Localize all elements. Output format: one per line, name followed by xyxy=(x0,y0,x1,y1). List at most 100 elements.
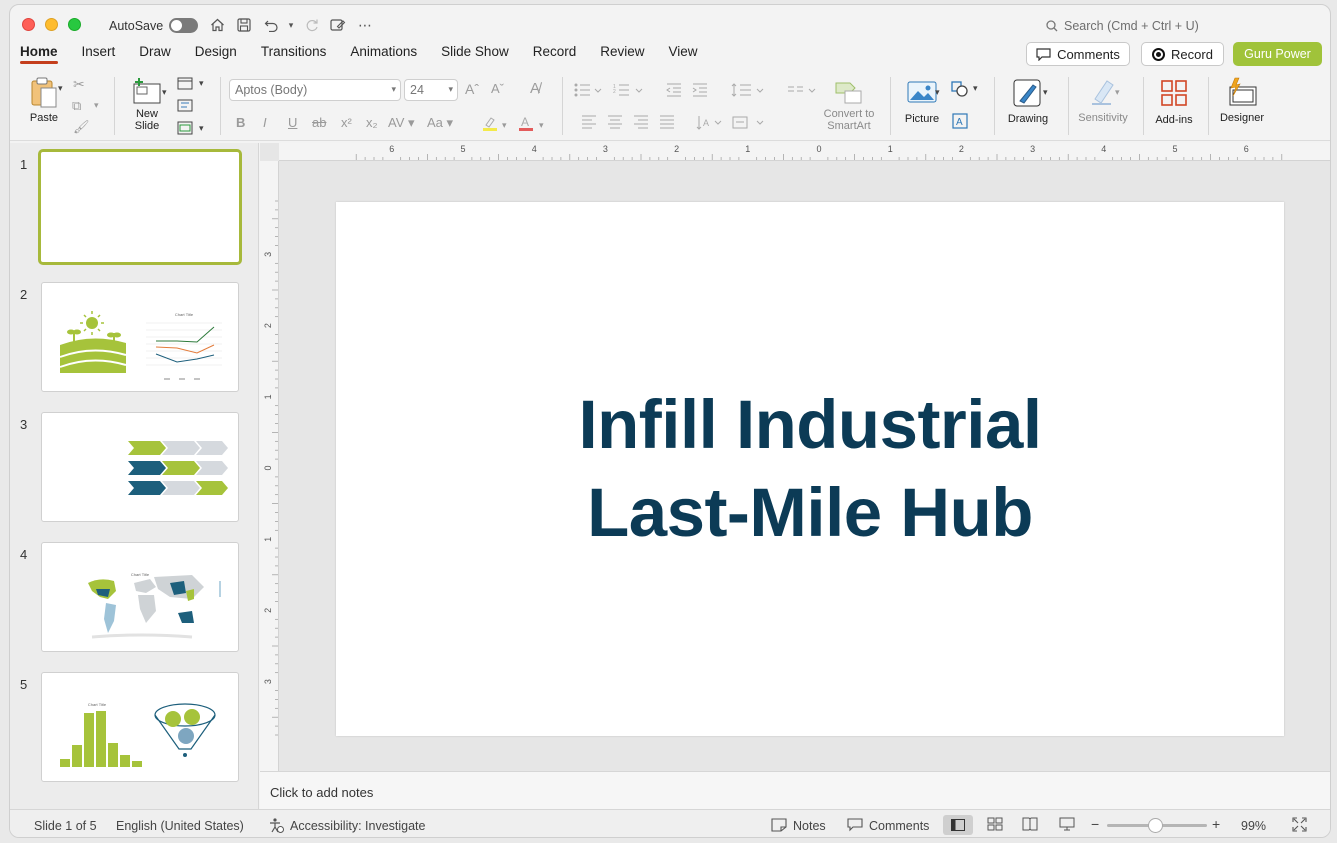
slide-sorter-icon[interactable] xyxy=(987,817,1003,834)
zoom-in-button[interactable]: + xyxy=(1212,816,1220,832)
zoom-out-button[interactable]: − xyxy=(1091,816,1099,832)
text-direction-icon[interactable]: A xyxy=(696,115,724,133)
picture-button[interactable]: Picture xyxy=(898,79,946,125)
accessibility-status[interactable]: Accessibility: Investigate xyxy=(290,819,425,833)
align-center-icon[interactable] xyxy=(607,115,623,132)
copy-dropdown-icon[interactable]: ▾ xyxy=(94,100,99,111)
more-options-icon[interactable]: ⋯ xyxy=(355,15,375,35)
increase-font-size-icon[interactable]: Aˆ xyxy=(465,81,479,97)
highlight-icon[interactable] xyxy=(482,115,498,134)
undo-icon[interactable] xyxy=(261,15,281,35)
undo-dropdown-icon[interactable]: ▾ xyxy=(281,15,301,35)
tab-transitions[interactable]: Transitions xyxy=(261,43,339,67)
shapes-icon[interactable] xyxy=(951,81,969,100)
font-name-dropdown[interactable]: Aptos (Body) ▾ xyxy=(229,79,401,101)
superscript-icon[interactable]: x² xyxy=(341,115,352,130)
tab-insert[interactable]: Insert xyxy=(82,43,128,67)
slide-thumbnail-1[interactable] xyxy=(38,149,242,265)
align-left-icon[interactable] xyxy=(581,115,597,132)
zoom-window-button[interactable] xyxy=(68,18,81,31)
drawing-dropdown-icon[interactable]: ▾ xyxy=(1043,87,1048,98)
numbering-icon[interactable]: 12 xyxy=(613,83,643,100)
notes-icon[interactable] xyxy=(771,818,787,835)
layout-dropdown-icon[interactable]: ▾ xyxy=(199,78,204,89)
reset-icon[interactable] xyxy=(177,99,193,115)
font-color-dropdown-icon[interactable]: ▾ xyxy=(539,120,544,131)
decrease-indent-icon[interactable] xyxy=(666,83,682,100)
underline-icon[interactable]: U xyxy=(288,115,297,130)
slide-title[interactable]: Infill Industrial Last-Mile Hub xyxy=(578,381,1042,557)
designer-button[interactable]: Designer xyxy=(1214,77,1270,124)
align-right-icon[interactable] xyxy=(633,115,649,132)
notes-pane[interactable]: Click to add notes xyxy=(260,771,1330,809)
language-status[interactable]: English (United States) xyxy=(116,819,244,833)
sensitivity-dropdown-icon[interactable]: ▾ xyxy=(1115,87,1120,98)
subscript-icon[interactable]: x₂ xyxy=(366,115,378,130)
tab-view[interactable]: View xyxy=(669,43,710,67)
tab-draw[interactable]: Draw xyxy=(139,43,183,67)
highlight-dropdown-icon[interactable]: ▾ xyxy=(502,120,507,131)
tab-slide-show[interactable]: Slide Show xyxy=(441,43,521,67)
strikethrough-icon[interactable]: ab xyxy=(312,115,326,130)
notes-toggle[interactable]: Notes xyxy=(793,819,826,833)
slide-thumbnail-2[interactable]: Chart Title xyxy=(41,282,239,392)
line-spacing-icon[interactable] xyxy=(731,83,765,100)
section-dropdown-icon[interactable]: ▾ xyxy=(199,123,204,134)
tab-review[interactable]: Review xyxy=(600,43,656,67)
justify-icon[interactable] xyxy=(659,115,675,132)
redo-icon[interactable] xyxy=(302,15,322,35)
clear-formatting-icon[interactable]: A̸ xyxy=(530,80,540,97)
paste-dropdown-icon[interactable]: ▾ xyxy=(58,83,63,94)
character-spacing-icon[interactable]: AV ▾ xyxy=(388,115,415,131)
increase-indent-icon[interactable] xyxy=(692,83,708,100)
drawing-button[interactable]: Drawing xyxy=(1004,79,1052,125)
reading-view-icon[interactable] xyxy=(1022,817,1038,834)
guru-power-button[interactable]: Guru Power xyxy=(1233,42,1322,66)
convert-to-smartart-button[interactable]: Convert to SmartArt xyxy=(818,79,880,132)
tab-design[interactable]: Design xyxy=(195,43,249,67)
picture-dropdown-icon[interactable]: ▾ xyxy=(935,87,940,98)
copy-icon[interactable]: ⧉ xyxy=(72,98,81,114)
slide-show-icon[interactable] xyxy=(1059,817,1075,834)
text-box-icon[interactable]: A xyxy=(952,113,968,132)
comments-toggle[interactable]: Comments xyxy=(869,819,929,833)
new-slide-button[interactable]: New Slide xyxy=(125,77,169,132)
record-button[interactable]: Record xyxy=(1141,42,1224,66)
autosave-toggle[interactable] xyxy=(169,18,198,33)
section-icon[interactable] xyxy=(177,121,193,138)
align-text-icon[interactable] xyxy=(732,115,766,133)
slide-thumbnail-3[interactable] xyxy=(41,412,239,522)
close-window-button[interactable] xyxy=(22,18,35,31)
comments-button[interactable]: Comments xyxy=(1026,42,1130,66)
tab-animations[interactable]: Animations xyxy=(350,43,429,67)
font-size-dropdown[interactable]: 24 ▾ xyxy=(404,79,458,101)
home-icon[interactable] xyxy=(207,15,227,35)
zoom-level[interactable]: 99% xyxy=(1241,819,1266,833)
normal-view-button[interactable] xyxy=(943,815,973,835)
tab-home[interactable]: Home xyxy=(20,43,70,67)
current-slide[interactable]: Infill Industrial Last-Mile Hub xyxy=(336,202,1284,736)
bullets-icon[interactable] xyxy=(574,83,602,100)
tab-record[interactable]: Record xyxy=(533,43,589,67)
layout-icon[interactable] xyxy=(177,77,193,93)
format-painter-icon[interactable]: 🖌 xyxy=(73,119,90,135)
search-box[interactable]: Search (Cmd + Ctrl + U) xyxy=(1046,17,1246,35)
comments-status-icon[interactable] xyxy=(847,818,863,835)
sensitivity-button[interactable]: Sensitivity xyxy=(1075,77,1131,124)
decrease-font-size-icon[interactable]: Aˇ xyxy=(491,81,504,96)
quick-print-icon[interactable] xyxy=(328,15,348,35)
italic-icon[interactable]: I xyxy=(263,115,267,130)
slide-thumbnails-panel[interactable]: 1 2 Chart Title 3 4 Chart Title 5 Chart … xyxy=(10,143,259,809)
save-icon[interactable] xyxy=(234,15,254,35)
columns-icon[interactable] xyxy=(787,83,817,100)
bold-icon[interactable]: B xyxy=(236,115,245,130)
slide-thumbnail-4[interactable]: Chart Title xyxy=(41,542,239,652)
zoom-slider-handle[interactable] xyxy=(1148,818,1163,833)
addins-button[interactable]: Add-ins xyxy=(1150,79,1198,126)
slide-thumbnail-5[interactable]: Chart Title xyxy=(41,672,239,782)
minimize-window-button[interactable] xyxy=(45,18,58,31)
new-slide-dropdown-icon[interactable]: ▾ xyxy=(162,87,167,98)
change-case-icon[interactable]: Aa ▾ xyxy=(427,115,453,131)
font-color-icon[interactable]: A xyxy=(518,115,534,134)
fit-slide-icon[interactable] xyxy=(1292,817,1307,835)
